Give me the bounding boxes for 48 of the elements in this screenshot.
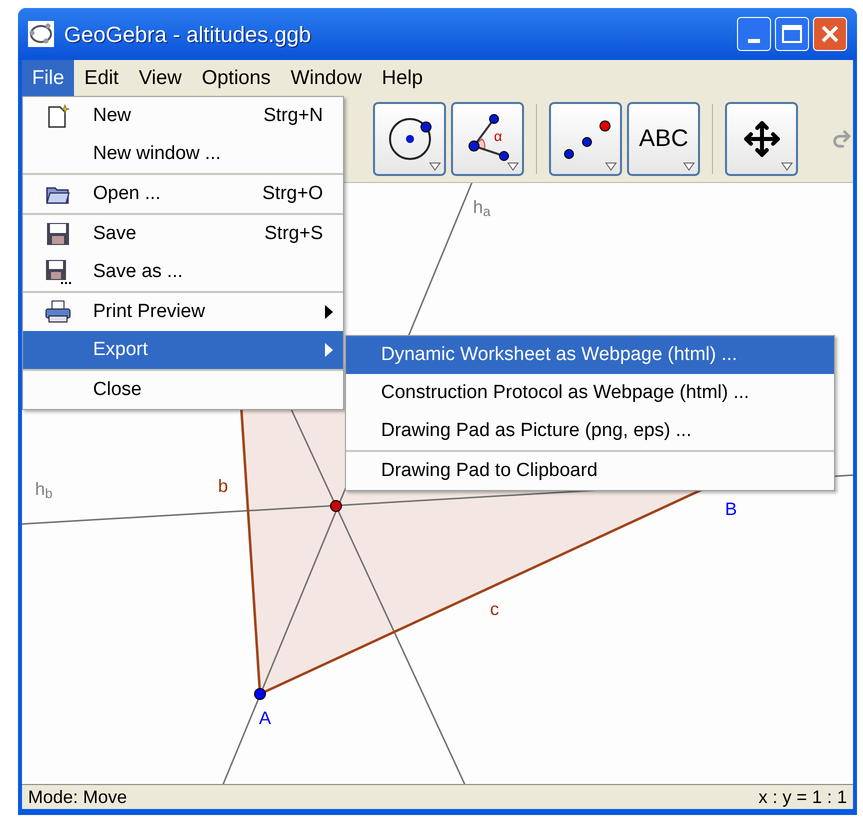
menu-bar-item[interactable]: File — [22, 60, 74, 96]
dropdown-triangle-icon — [781, 162, 794, 171]
point-label: b — [218, 477, 228, 495]
menu-item[interactable]: Drawing Pad as Picture (png, eps) ... — [346, 412, 834, 450]
menu-item[interactable]: Print Preview — [23, 293, 343, 331]
menu-item[interactable]: Open ... Strg+O — [23, 175, 343, 213]
tool-button[interactable] — [373, 102, 446, 176]
printer-icon — [44, 300, 72, 324]
floppy-disk-icon — [45, 259, 71, 285]
move-icon — [742, 120, 781, 158]
menu-item[interactable]: Dynamic Worksheet as Webpage (html) ... — [346, 336, 834, 374]
point-label: B — [725, 500, 738, 518]
menu-item[interactable]: New window ... — [23, 135, 343, 173]
point-label: c — [490, 600, 499, 618]
menu-item[interactable]: Close — [23, 371, 343, 409]
minimize-icon — [748, 39, 760, 43]
menu-bar-item[interactable]: Window — [280, 60, 372, 96]
menu-item[interactable]: Drawing Pad to Clipboard — [346, 452, 834, 490]
text-tool-label: ABC — [639, 124, 688, 154]
close-icon — [821, 25, 839, 43]
minimize-button[interactable] — [737, 17, 771, 51]
menu-item[interactable]: Save as ... — [23, 253, 343, 291]
menu-bar-item[interactable]: Options — [192, 60, 281, 96]
tool-button[interactable]: α — [451, 102, 524, 176]
menu-item[interactable]: New Strg+N — [23, 97, 343, 135]
window-title: GeoGebra - altitudes.ggb — [64, 20, 312, 49]
menu-item[interactable]: Export — [23, 331, 343, 369]
menu-item[interactable]: Construction Protocol as Webpage (html) ... — [346, 374, 834, 412]
tool-button[interactable]: ABC — [627, 102, 700, 176]
scale-text: x : y = 1 : 1 — [758, 786, 847, 809]
mode-text: Mode: Move — [28, 786, 128, 808]
menu-bar-item[interactable]: Edit — [74, 60, 129, 96]
point-label: h$_{b}$ — [35, 480, 53, 498]
dropdown-triangle-icon — [605, 162, 618, 171]
point-label: A — [259, 709, 272, 727]
tool-button[interactable] — [549, 102, 622, 176]
menu-item[interactable]: Save Strg+S — [23, 215, 343, 253]
dropdown-triangle-icon — [507, 162, 520, 171]
close-button[interactable] — [813, 17, 847, 51]
point-label: h$_{a}$ — [473, 198, 491, 216]
app-logo-icon — [28, 21, 54, 47]
maximize-button[interactable] — [775, 17, 809, 51]
dropdown-triangle-icon — [683, 162, 696, 171]
menu-bar-item[interactable]: Help — [372, 60, 433, 96]
menu-bar-item[interactable]: View — [128, 60, 192, 96]
maximize-icon — [782, 25, 802, 43]
dropdown-triangle-icon — [429, 162, 442, 171]
tool-button[interactable] — [725, 102, 798, 176]
